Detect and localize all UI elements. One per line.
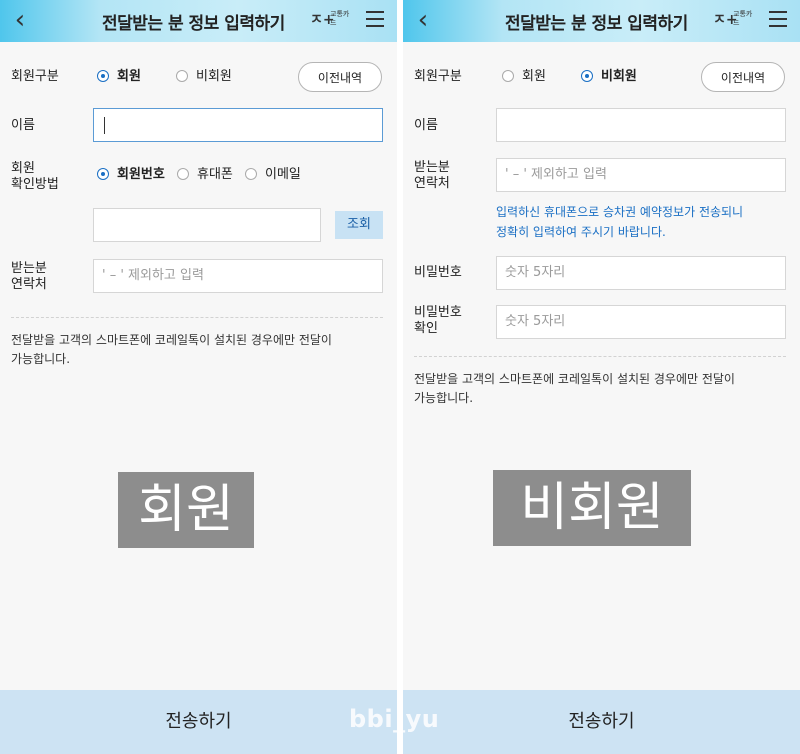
transit-card-logo[interactable]: ㅈ+ 교통카드 [713,8,753,32]
back-icon[interactable]: ‹ [409,5,437,35]
hamburger-menu-icon[interactable] [366,11,384,29]
recipient-phone-input[interactable]: ' – ' 제외하고 입력 [496,158,786,192]
submit-button[interactable]: 전송하기 [403,690,800,754]
watermark: bbi_yu [349,705,440,733]
page-title: 전달받는 분 정보 입력하기 [102,14,285,34]
radio-non-member[interactable]: 비회원 [581,67,653,87]
app-header: ‹ 전달받는 분 정보 입력하기 ㅈ+ 교통카드 [0,0,397,42]
radio-phone[interactable]: 휴대폰 [177,165,239,185]
contact-label-line2: 연락처 [414,176,450,191]
recipient-phone-placeholder: ' – ' 제외하고 입력 [102,268,204,283]
divider [414,356,786,357]
verify-label-line2: 확인방법 [11,177,59,192]
name-label: 이름 [11,118,35,133]
delivery-notice: 전달받을 고객의 스마트폰에 코레일톡이 설치된 경우에만 전달이 가능합니다. [414,370,789,408]
radio-selected-icon [581,70,593,82]
notice-line2: 가능합니다. [11,352,71,366]
password-confirm-label: 비밀번호 확인 [414,305,462,337]
history-button[interactable]: 이전내역 [298,62,382,92]
guide-line2: 정확히 입력하여 주시기 바랍니다. [496,225,666,239]
back-icon[interactable]: ‹ [6,5,34,35]
radio-member-label: 회원 [117,69,141,84]
text-cursor [104,117,105,134]
radio-member-label: 회원 [522,69,546,84]
radio-email[interactable]: 이메일 [245,165,307,185]
radio-member[interactable]: 회원 [97,67,157,87]
radio-non-member-label: 비회원 [196,69,232,84]
radio-member[interactable]: 회원 [502,67,562,87]
contact-label-line1: 받는분 [11,261,47,276]
guide-line1: 입력하신 휴대폰으로 승차권 예약정보가 전송되니 [496,205,744,219]
verify-method-label: 회원 확인방법 [11,161,59,193]
radio-member-number[interactable]: 회원번호 [97,165,171,185]
divider [11,317,383,318]
password-confirm-line2: 확인 [414,321,438,336]
recipient-contact-label: 받는분 연락처 [11,261,47,293]
verify-label-line1: 회원 [11,161,35,176]
password-confirm-input[interactable]: 숫자 5자리 [496,305,786,339]
logo-text: 교통카드 [330,10,350,27]
radio-unselected-icon [245,168,257,180]
radio-non-member-label: 비회원 [601,69,637,84]
password-confirm-placeholder: 숫자 5자리 [505,314,566,329]
non-member-caption: 비회원 [493,470,691,546]
notice-line1: 전달받을 고객의 스마트폰에 코레일톡이 설치된 경우에만 전달이 [414,372,735,386]
app-header: ‹ 전달받는 분 정보 입력하기 ㅈ+ 교통카드 [403,0,800,42]
lookup-button[interactable]: 조회 [335,211,383,239]
contact-label-line2: 연락처 [11,277,47,292]
name-input[interactable] [93,108,383,142]
recipient-phone-input[interactable]: ' – ' 제외하고 입력 [93,259,383,293]
radio-member-number-label: 회원번호 [117,167,165,182]
phone-guide-note: 입력하신 휴대폰으로 승차권 예약정보가 전송되니 정확히 입력하여 주시기 바… [496,202,791,242]
radio-non-member[interactable]: 비회원 [176,67,246,87]
delivery-notice: 전달받을 고객의 스마트폰에 코레일톡이 설치된 경우에만 전달이 가능합니다. [11,331,386,369]
history-button[interactable]: 이전내역 [701,62,785,92]
radio-unselected-icon [176,70,188,82]
radio-selected-icon [97,168,109,180]
contact-label-line1: 받는분 [414,160,450,175]
hamburger-menu-icon[interactable] [769,11,787,29]
radio-unselected-icon [502,70,514,82]
recipient-contact-label: 받는분 연락처 [414,160,450,192]
member-number-input[interactable] [93,208,321,242]
name-input[interactable] [496,108,786,142]
member-type-label: 회원구분 [11,69,59,84]
member-type-label: 회원구분 [414,69,462,84]
password-input[interactable]: 숫자 5자리 [496,256,786,290]
member-screen: ‹ 전달받는 분 정보 입력하기 ㅈ+ 교통카드 회원구분 회원 비회원 이전내… [0,0,397,754]
member-caption: 회원 [118,472,254,548]
page-title: 전달받는 분 정보 입력하기 [505,14,688,34]
password-confirm-line1: 비밀번호 [414,305,462,320]
logo-text: 교통카드 [733,10,753,27]
radio-phone-label: 휴대폰 [197,167,233,182]
radio-unselected-icon [177,168,189,180]
recipient-phone-placeholder: ' – ' 제외하고 입력 [505,167,607,182]
password-placeholder: 숫자 5자리 [505,265,566,280]
notice-line2: 가능합니다. [414,391,474,405]
submit-button[interactable]: 전송하기 [0,690,397,754]
radio-email-label: 이메일 [265,167,301,182]
password-label: 비밀번호 [414,265,462,280]
notice-line1: 전달받을 고객의 스마트폰에 코레일톡이 설치된 경우에만 전달이 [11,333,332,347]
radio-selected-icon [97,70,109,82]
name-label: 이름 [414,118,438,133]
non-member-screen: ‹ 전달받는 분 정보 입력하기 ㅈ+ 교통카드 회원구분 회원 비회원 이전내… [403,0,800,754]
transit-card-logo[interactable]: ㅈ+ 교통카드 [310,8,350,32]
